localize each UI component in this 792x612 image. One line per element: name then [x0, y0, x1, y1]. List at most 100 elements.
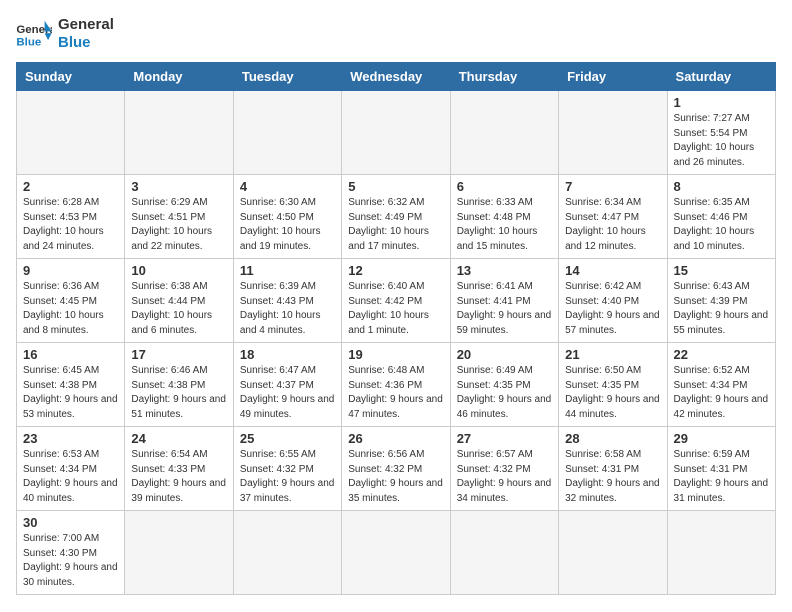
- day-info: Sunrise: 6:33 AM Sunset: 4:48 PM Dayligh…: [457, 196, 552, 254]
- weekday-header-tuesday: Tuesday: [233, 63, 341, 91]
- day-number: 14: [565, 263, 660, 278]
- calendar-cell: 8 Sunrise: 6:35 AM Sunset: 4:46 PM Daylig…: [667, 175, 775, 259]
- calendar-cell: 29Sunrise: 6:59 AM Sunset: 4:31 PM Dayli…: [667, 427, 775, 511]
- day-info: Sunrise: 6:35 AM Sunset: 4:46 PM Dayligh…: [674, 196, 769, 254]
- day-info: Sunrise: 6:54 AM Sunset: 4:33 PM Dayligh…: [131, 448, 226, 506]
- day-number: 17: [131, 347, 226, 362]
- day-info: Sunrise: 6:43 AM Sunset: 4:39 PM Dayligh…: [674, 280, 769, 338]
- calendar-cell: [342, 511, 450, 595]
- calendar-cell: 27 Sunrise: 6:57 AM Sunset: 4:32 PM Dayli…: [450, 427, 558, 511]
- day-number: 1: [674, 95, 769, 110]
- calendar-cell: 22 Sunrise: 6:52 AM Sunset: 4:34 PM Dayli…: [667, 343, 775, 427]
- day-number: 22: [674, 347, 769, 362]
- calendar-cell: 4 Sunrise: 6:30 AM Sunset: 4:50 PM Daylig…: [233, 175, 341, 259]
- day-info: Sunrise: 6:50 AM Sunset: 4:35 PM Dayligh…: [565, 364, 660, 422]
- day-info: Sunrise: 6:57 AM Sunset: 4:32 PM Dayligh…: [457, 448, 552, 506]
- calendar-cell: 3 Sunrise: 6:29 AM Sunset: 4:51 PM Daylig…: [125, 175, 233, 259]
- calendar-cell: [559, 91, 667, 175]
- day-number: 2: [23, 179, 118, 194]
- day-number: 26: [348, 431, 443, 446]
- day-number: 13: [457, 263, 552, 278]
- day-info: Sunrise: 6:38 AM Sunset: 4:44 PM Dayligh…: [131, 280, 226, 338]
- calendar-cell: 20 Sunrise: 6:49 AM Sunset: 4:35 PM Dayli…: [450, 343, 558, 427]
- logo-general-text: General: [58, 16, 114, 34]
- calendar-cell: 5 Sunrise: 6:32 AM Sunset: 4:49 PM Daylig…: [342, 175, 450, 259]
- calendar-cell: [233, 91, 341, 175]
- calendar: SundayMondayTuesdayWednesdayThursdayFrid…: [16, 62, 776, 595]
- week-row-2: 2 Sunrise: 6:28 AM Sunset: 4:53 PM Daylig…: [17, 175, 776, 259]
- day-info: Sunrise: 6:40 AM Sunset: 4:42 PM Dayligh…: [348, 280, 443, 338]
- day-info: Sunrise: 6:48 AM Sunset: 4:36 PM Dayligh…: [348, 364, 443, 422]
- calendar-cell: [17, 91, 125, 175]
- day-number: 24: [131, 431, 226, 446]
- svg-text:Blue: Blue: [16, 36, 41, 48]
- day-info: Sunrise: 6:36 AM Sunset: 4:45 PM Dayligh…: [23, 280, 118, 338]
- day-number: 25: [240, 431, 335, 446]
- day-info: Sunrise: 6:30 AM Sunset: 4:50 PM Dayligh…: [240, 196, 335, 254]
- day-info: Sunrise: 6:34 AM Sunset: 4:47 PM Dayligh…: [565, 196, 660, 254]
- calendar-cell: 28Sunrise: 6:58 AM Sunset: 4:31 PM Dayli…: [559, 427, 667, 511]
- day-number: 8: [674, 179, 769, 194]
- day-info: Sunrise: 7:27 AM Sunset: 5:54 PM Dayligh…: [674, 112, 769, 170]
- calendar-cell: 12 Sunrise: 6:40 AM Sunset: 4:42 PM Dayli…: [342, 259, 450, 343]
- calendar-cell: 17 Sunrise: 6:46 AM Sunset: 4:38 PM Dayli…: [125, 343, 233, 427]
- day-info: Sunrise: 6:52 AM Sunset: 4:34 PM Dayligh…: [674, 364, 769, 422]
- calendar-cell: 1 Sunrise: 7:27 AM Sunset: 5:54 PM Daylig…: [667, 91, 775, 175]
- day-number: 21: [565, 347, 660, 362]
- week-row-6: 30 Sunrise: 7:00 AM Sunset: 4:30 PM Dayli…: [17, 511, 776, 595]
- header: General Blue General Blue: [16, 16, 776, 52]
- day-info: Sunrise: 6:47 AM Sunset: 4:37 PM Dayligh…: [240, 364, 335, 422]
- day-number: 5: [348, 179, 443, 194]
- day-number: 27: [457, 431, 552, 446]
- day-number: 10: [131, 263, 226, 278]
- calendar-cell: [667, 511, 775, 595]
- week-row-5: 23 Sunrise: 6:53 AM Sunset: 4:34 PM Dayli…: [17, 427, 776, 511]
- day-number: 15: [674, 263, 769, 278]
- weekday-header-wednesday: Wednesday: [342, 63, 450, 91]
- week-row-1: 1 Sunrise: 7:27 AM Sunset: 5:54 PM Daylig…: [17, 91, 776, 175]
- weekday-header-sunday: Sunday: [17, 63, 125, 91]
- day-number: 6: [457, 179, 552, 194]
- day-info: Sunrise: 6:56 AM Sunset: 4:32 PM Dayligh…: [348, 448, 443, 506]
- day-number: 20: [457, 347, 552, 362]
- day-info: Sunrise: 6:49 AM Sunset: 4:35 PM Dayligh…: [457, 364, 552, 422]
- week-row-4: 16 Sunrise: 6:45 AM Sunset: 4:38 PM Dayli…: [17, 343, 776, 427]
- calendar-cell: [342, 91, 450, 175]
- calendar-cell: [125, 91, 233, 175]
- weekday-header-thursday: Thursday: [450, 63, 558, 91]
- calendar-cell: [450, 91, 558, 175]
- calendar-cell: 19 Sunrise: 6:48 AM Sunset: 4:36 PM Dayli…: [342, 343, 450, 427]
- day-number: 12: [348, 263, 443, 278]
- calendar-cell: 14Sunrise: 6:42 AM Sunset: 4:40 PM Dayli…: [559, 259, 667, 343]
- day-number: 9: [23, 263, 118, 278]
- calendar-cell: 7Sunrise: 6:34 AM Sunset: 4:47 PM Daylig…: [559, 175, 667, 259]
- day-number: 16: [23, 347, 118, 362]
- calendar-cell: 25Sunrise: 6:55 AM Sunset: 4:32 PM Dayli…: [233, 427, 341, 511]
- day-info: Sunrise: 6:32 AM Sunset: 4:49 PM Dayligh…: [348, 196, 443, 254]
- calendar-cell: 23 Sunrise: 6:53 AM Sunset: 4:34 PM Dayli…: [17, 427, 125, 511]
- day-number: 23: [23, 431, 118, 446]
- calendar-cell: [233, 511, 341, 595]
- weekday-header-monday: Monday: [125, 63, 233, 91]
- day-info: Sunrise: 6:53 AM Sunset: 4:34 PM Dayligh…: [23, 448, 118, 506]
- day-info: Sunrise: 6:28 AM Sunset: 4:53 PM Dayligh…: [23, 196, 118, 254]
- day-number: 19: [348, 347, 443, 362]
- logo-blue-text: Blue: [58, 34, 114, 52]
- weekday-header-saturday: Saturday: [667, 63, 775, 91]
- day-info: Sunrise: 6:58 AM Sunset: 4:31 PM Dayligh…: [565, 448, 660, 506]
- day-number: 18: [240, 347, 335, 362]
- day-info: Sunrise: 6:46 AM Sunset: 4:38 PM Dayligh…: [131, 364, 226, 422]
- calendar-cell: [125, 511, 233, 595]
- calendar-cell: 13Sunrise: 6:41 AM Sunset: 4:41 PM Dayli…: [450, 259, 558, 343]
- day-info: Sunrise: 7:00 AM Sunset: 4:30 PM Dayligh…: [23, 532, 118, 590]
- day-info: Sunrise: 6:29 AM Sunset: 4:51 PM Dayligh…: [131, 196, 226, 254]
- day-number: 11: [240, 263, 335, 278]
- day-number: 30: [23, 515, 118, 530]
- day-number: 4: [240, 179, 335, 194]
- day-number: 3: [131, 179, 226, 194]
- weekday-header-friday: Friday: [559, 63, 667, 91]
- day-info: Sunrise: 6:45 AM Sunset: 4:38 PM Dayligh…: [23, 364, 118, 422]
- calendar-cell: 16 Sunrise: 6:45 AM Sunset: 4:38 PM Dayli…: [17, 343, 125, 427]
- calendar-cell: 6 Sunrise: 6:33 AM Sunset: 4:48 PM Daylig…: [450, 175, 558, 259]
- calendar-cell: 10 Sunrise: 6:38 AM Sunset: 4:44 PM Dayli…: [125, 259, 233, 343]
